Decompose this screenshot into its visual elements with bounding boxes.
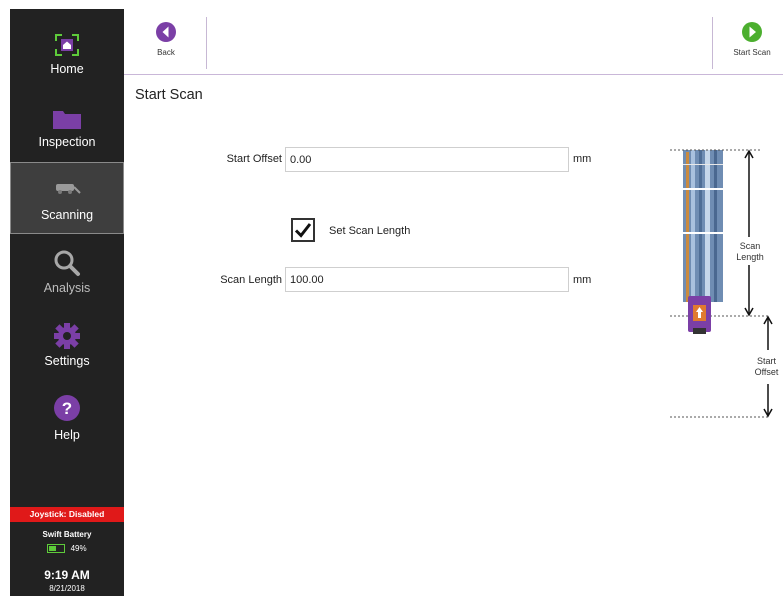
joystick-status: Joystick: Disabled xyxy=(10,507,124,522)
clock-time: 9:19 AM xyxy=(44,568,90,582)
sidebar-item-inspection[interactable]: Inspection xyxy=(10,92,124,164)
checkmark-icon xyxy=(294,223,312,238)
set-scan-length-checkbox[interactable] xyxy=(291,218,315,242)
sidebar-item-label: Scanning xyxy=(40,208,94,222)
scan-length-input[interactable] xyxy=(285,267,569,292)
back-button[interactable]: Back xyxy=(138,15,194,65)
sidebar-item-analysis[interactable]: Analysis xyxy=(10,236,124,308)
start-offset-input[interactable] xyxy=(285,147,569,172)
sidebar-item-label: Inspection xyxy=(38,135,96,149)
sidebar-item-scanning[interactable]: Scanning xyxy=(10,162,124,234)
diagram-scan-length-label: Scan Length xyxy=(736,241,764,262)
start-offset-label: Start Offset xyxy=(226,153,282,165)
start-scan-label: Start Scan xyxy=(733,48,771,57)
battery-percent: 49% xyxy=(70,544,87,553)
magnifier-icon xyxy=(53,249,81,277)
home-icon xyxy=(54,33,80,57)
clock-date: 8/21/2018 xyxy=(49,584,85,593)
battery-status: 49% xyxy=(10,544,124,554)
battery-title: Swift Battery xyxy=(42,530,92,539)
help-icon: ? xyxy=(53,394,81,422)
page-title: Start Scan xyxy=(135,87,203,103)
scan-length-label: Scan Length xyxy=(220,274,282,286)
back-label: Back xyxy=(157,48,175,57)
set-scan-length-label: Set Scan Length xyxy=(329,225,411,237)
joystick-label: Joystick: xyxy=(29,509,67,519)
gear-icon xyxy=(53,322,81,350)
top-toolbar: Back Start Scan xyxy=(124,9,783,75)
scan-diagram-graphic xyxy=(670,149,773,418)
start-scan-button[interactable]: Start Scan xyxy=(722,15,782,65)
joystick-value: Disabled xyxy=(68,509,105,519)
scan-diagram: Scan Length Start Offset xyxy=(660,140,783,430)
sidebar-item-label: Help xyxy=(54,428,80,442)
sidebar-item-label: Settings xyxy=(44,354,90,368)
sidebar-item-label: Analysis xyxy=(43,281,91,295)
scanner-icon xyxy=(52,181,82,197)
start-offset-unit: mm xyxy=(573,153,592,165)
svg-text:?: ? xyxy=(62,399,72,418)
sidebar-item-home[interactable]: Home xyxy=(10,20,124,92)
folder-icon xyxy=(52,108,82,130)
sidebar-item-help[interactable]: ? Help xyxy=(10,382,124,454)
toolbar-divider xyxy=(712,17,713,69)
sidebar-item-settings[interactable]: Settings xyxy=(10,309,124,381)
scan-length-unit: mm xyxy=(573,274,592,286)
battery-icon xyxy=(47,544,66,554)
diagram-start-offset-label: Start Offset xyxy=(754,356,779,377)
battery-fill xyxy=(49,546,57,552)
play-icon xyxy=(741,21,763,48)
toolbar-divider xyxy=(206,17,207,69)
sidebar-item-label: Home xyxy=(50,62,84,76)
sidebar: Home Inspection Scanning Analysis Settin… xyxy=(10,9,124,596)
back-arrow-icon xyxy=(155,21,177,48)
